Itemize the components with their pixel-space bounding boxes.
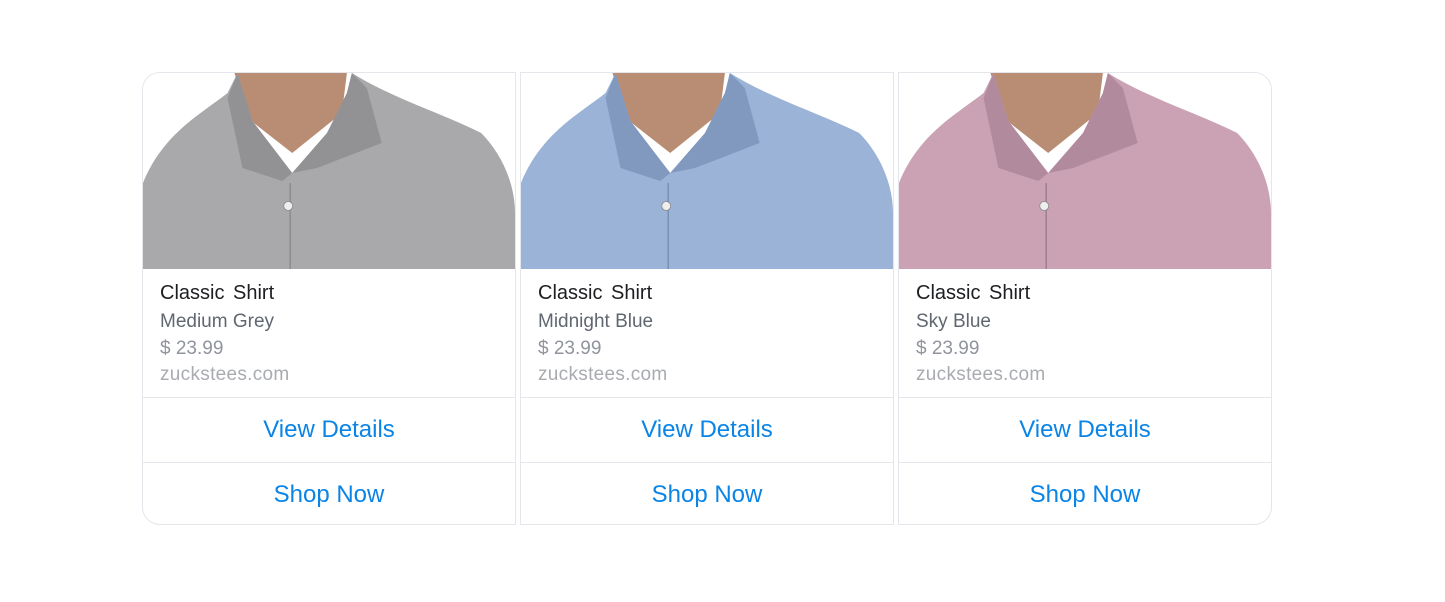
view-details-button[interactable]: View Details — [521, 398, 893, 463]
product-image[interactable] — [521, 73, 893, 269]
shop-now-button[interactable]: Shop Now — [899, 463, 1271, 524]
product-domain: zuckstees.com — [916, 364, 1046, 385]
product-price: $ 23.99 — [916, 338, 980, 359]
shirt-button — [1039, 201, 1050, 211]
product-price: $ 23.99 — [160, 338, 224, 359]
product-info: Classic Shirt Midnight Blue $ 23.99 zuck… — [521, 269, 893, 398]
shirt-button — [661, 201, 672, 211]
view-details-button[interactable]: View Details — [143, 398, 515, 463]
product-title: Classic Shirt — [916, 282, 1031, 304]
shirt-image — [521, 73, 893, 269]
shirt-image — [899, 73, 1271, 269]
shirt-image — [143, 73, 515, 269]
product-image[interactable] — [899, 73, 1271, 269]
product-title: Classic Shirt — [538, 282, 653, 304]
product-subtitle: Medium Grey — [160, 311, 275, 332]
product-card: Classic Shirt Midnight Blue $ 23.99 zuck… — [520, 72, 894, 525]
view-details-button[interactable]: View Details — [899, 398, 1271, 463]
product-info: Classic Shirt Sky Blue $ 23.99 zuckstees… — [899, 269, 1271, 398]
product-domain: zuckstees.com — [160, 364, 290, 385]
product-info: Classic Shirt Medium Grey $ 23.99 zuckst… — [143, 269, 515, 398]
shop-now-button[interactable]: Shop Now — [143, 463, 515, 524]
product-image[interactable] — [143, 73, 515, 269]
product-card: Classic Shirt Sky Blue $ 23.99 zuckstees… — [898, 72, 1272, 525]
product-title: Classic Shirt — [160, 282, 275, 304]
product-carousel: Classic Shirt Medium Grey $ 23.99 zuckst… — [142, 72, 1272, 525]
product-price: $ 23.99 — [538, 338, 602, 359]
product-subtitle: Midnight Blue — [538, 311, 654, 332]
product-card: Classic Shirt Medium Grey $ 23.99 zuckst… — [142, 72, 516, 525]
product-subtitle: Sky Blue — [916, 311, 991, 332]
product-domain: zuckstees.com — [538, 364, 668, 385]
shirt-button — [283, 201, 294, 211]
shop-now-button[interactable]: Shop Now — [521, 463, 893, 524]
